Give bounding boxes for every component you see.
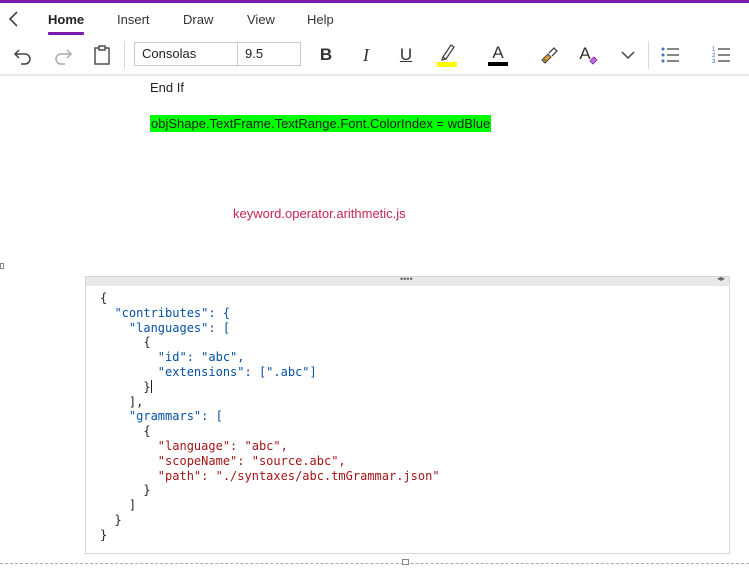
tab-home[interactable]: Home xyxy=(48,12,84,27)
active-tab-indicator xyxy=(48,32,84,35)
svg-text:3: 3 xyxy=(712,59,716,65)
font-color-icon: A xyxy=(488,43,508,66)
bold-button[interactable]: B xyxy=(312,41,340,69)
code-line: } xyxy=(100,527,108,542)
paintbrush-icon xyxy=(541,47,558,64)
styles-button[interactable]: A xyxy=(574,41,602,69)
code-line: "id": "abc", xyxy=(100,350,245,365)
highlighter-icon xyxy=(437,44,457,67)
bottom-resize-handle[interactable] xyxy=(402,559,409,565)
toolbar-divider xyxy=(124,41,125,69)
chevron-down-icon xyxy=(621,51,635,60)
bold-icon: B xyxy=(319,45,333,64)
page-boundary-line xyxy=(0,563,749,564)
keyword-scope-text[interactable]: keyword.operator.arithmetic.js xyxy=(233,206,406,221)
code-line: "contributes": { xyxy=(100,305,231,320)
more-options-button[interactable] xyxy=(614,41,642,69)
code-line: { xyxy=(100,424,151,439)
resize-arrows-icon[interactable]: ◂▸ xyxy=(717,274,725,283)
font-name-input[interactable]: Consolas xyxy=(134,42,238,66)
code-line: { xyxy=(100,335,151,350)
redo-icon xyxy=(55,49,73,65)
code-line: ], xyxy=(100,394,144,409)
italic-button[interactable]: I xyxy=(352,41,380,69)
toolbar-divider xyxy=(648,41,649,69)
font-color-button[interactable]: A xyxy=(484,41,512,69)
code-line: "grammars": [ xyxy=(100,409,223,424)
chevron-left-icon xyxy=(8,11,18,27)
italic-icon: I xyxy=(363,44,369,65)
underline-button[interactable]: U xyxy=(392,41,420,69)
undo-icon xyxy=(13,49,31,65)
back-button[interactable] xyxy=(6,10,22,28)
numbering-button[interactable]: 1 2 3 xyxy=(707,41,735,69)
code-line: ] xyxy=(100,498,137,513)
container-drag-bar[interactable]: •••• ◂▸ xyxy=(86,274,729,286)
code-line: "extensions": [".abc"] xyxy=(100,364,317,379)
code-line: "path": "./syntaxes/abc.tmGrammar.json" xyxy=(100,468,440,483)
container-resize-handle[interactable] xyxy=(0,263,4,269)
code-block-container[interactable]: •••• ◂▸ { "contributes": { "languages": … xyxy=(85,274,730,554)
paste-button[interactable] xyxy=(88,41,116,69)
bullet-list-icon xyxy=(661,47,679,63)
underline-icon: U xyxy=(399,45,413,64)
code-line: "language": "abc", xyxy=(100,438,288,453)
code-line: } xyxy=(100,512,122,527)
svg-text:A: A xyxy=(579,44,591,63)
note-text-end-if[interactable]: End If xyxy=(150,80,184,95)
numbered-list-icon: 1 2 3 xyxy=(712,47,730,65)
drag-grip-icon[interactable]: •••• xyxy=(400,274,413,284)
code-line: { xyxy=(100,291,108,305)
code-block[interactable]: { "contributes": { "languages": [ { "id"… xyxy=(100,291,440,543)
code-line: "scopeName": "source.abc", xyxy=(100,453,346,468)
format-painter-button[interactable] xyxy=(535,41,563,69)
highlighted-text[interactable]: objShape.TextFrame.TextRange.Font.ColorI… xyxy=(150,115,492,132)
tab-draw[interactable]: Draw xyxy=(183,12,213,27)
bullets-button[interactable] xyxy=(656,41,684,69)
code-line: "languages": [ xyxy=(100,320,231,335)
text-cursor xyxy=(150,379,152,393)
code-line: } xyxy=(100,379,151,394)
highlight-button[interactable] xyxy=(433,41,461,69)
note-page[interactable]: End If objShape.TextFrame.TextRange.Font… xyxy=(0,77,749,568)
styles-icon: A xyxy=(579,44,598,65)
font-size-input[interactable]: 9.5 xyxy=(238,42,301,66)
undo-button[interactable] xyxy=(9,41,37,69)
ribbon-tabs: Home Insert Draw View Help xyxy=(0,3,749,36)
ribbon-toolbar: Consolas 9.5 B I U A A 1 2 3 xyxy=(0,36,749,74)
clipboard-icon xyxy=(94,45,110,65)
svg-text:A: A xyxy=(492,43,504,62)
tab-view[interactable]: View xyxy=(247,12,275,27)
redo-button[interactable] xyxy=(49,41,77,69)
tab-help[interactable]: Help xyxy=(307,12,334,27)
tab-insert[interactable]: Insert xyxy=(117,12,150,27)
code-line: } xyxy=(100,483,151,498)
